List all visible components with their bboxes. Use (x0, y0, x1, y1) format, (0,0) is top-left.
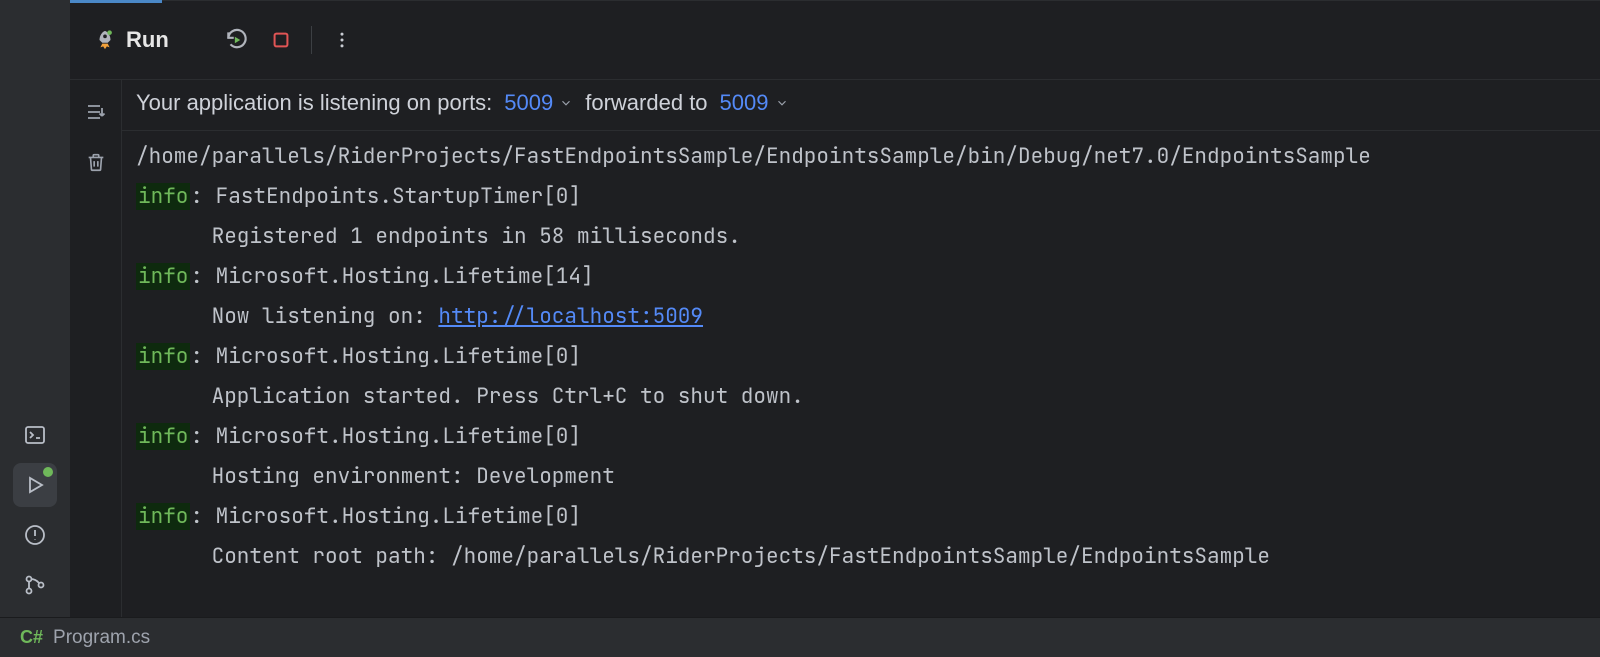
left-tool-rail (0, 0, 70, 617)
run-toolbar (217, 20, 362, 60)
run-tool-button[interactable] (13, 463, 57, 507)
forwarded-label: forwarded to (585, 90, 707, 116)
console-gutter (70, 80, 122, 617)
run-tab[interactable]: Run (94, 27, 169, 53)
problems-tool-button[interactable] (13, 513, 57, 557)
run-panel: Run (70, 0, 1600, 617)
clear-console-button[interactable] (78, 144, 114, 180)
chevron-down-icon (559, 96, 573, 110)
git-tool-button[interactable] (13, 563, 57, 607)
ports-label: Your application is listening on ports: (136, 90, 492, 116)
status-bar: C# Program.cs (0, 617, 1600, 657)
stop-button[interactable] (261, 20, 301, 60)
local-port-value: 5009 (504, 90, 553, 116)
forwarded-port-link[interactable]: 5009 (720, 90, 789, 116)
rerun-button[interactable] (217, 20, 257, 60)
run-tab-label: Run (126, 27, 169, 53)
current-file[interactable]: Program.cs (53, 627, 150, 649)
toolbar-divider (311, 26, 312, 54)
console-link[interactable]: http://localhost:5009 (438, 303, 703, 330)
forwarded-port-value: 5009 (720, 90, 769, 116)
chevron-down-icon (775, 96, 789, 110)
terminal-tool-button[interactable] (13, 413, 57, 457)
console-output[interactable]: /home/parallels/RiderProjects/FastEndpoi… (122, 131, 1600, 617)
run-panel-header: Run (70, 0, 1600, 80)
more-actions-button[interactable] (322, 20, 362, 60)
local-port-link[interactable]: 5009 (504, 90, 573, 116)
ports-bar: Your application is listening on ports: … (122, 80, 1600, 131)
rocket-icon (94, 29, 116, 51)
language-badge: C# (20, 627, 43, 648)
scroll-to-end-button[interactable] (78, 94, 114, 130)
